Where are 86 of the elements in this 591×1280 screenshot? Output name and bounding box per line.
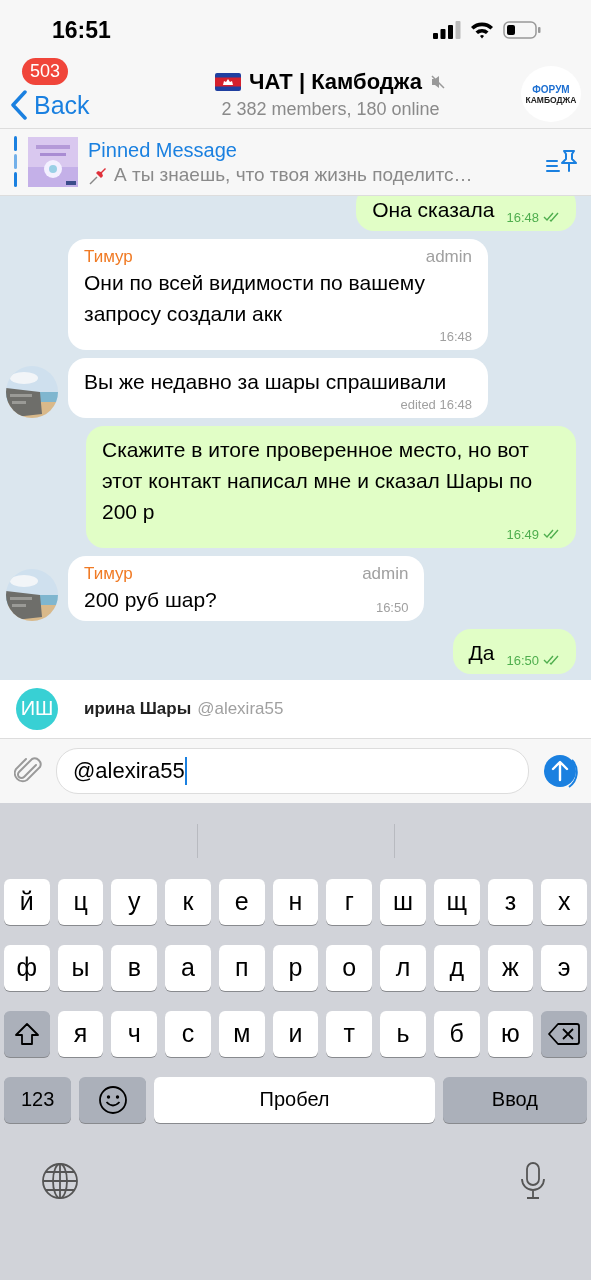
keyboard-key[interactable]: е (218, 878, 265, 925)
message-time: 16:48 (506, 209, 539, 225)
incoming-message[interactable]: Тимур admin 200 руб шар? 16:50 (68, 555, 425, 621)
message-text: Скажите в итоге проверенное место, но вот этот контакт написал мне и сказал Шары по 200 р (102, 436, 534, 525)
flag-icon (215, 72, 242, 91)
keyboard-key[interactable]: ю (487, 1010, 534, 1057)
message-text: Она сказала (372, 196, 495, 223)
user-handle: @alexira55 (197, 698, 284, 719)
message-time: 16:50 (375, 599, 409, 615)
pinned-title: Pinned Message (88, 138, 238, 162)
shift-key[interactable] (3, 1010, 50, 1057)
keyboard-key[interactable]: й (3, 878, 50, 925)
outgoing-message[interactable]: Она сказала 16:48 (356, 196, 576, 231)
keyboard-key[interactable]: и (272, 1010, 319, 1057)
keyboard-key[interactable]: ш (380, 878, 426, 925)
keyboard-key[interactable]: б (433, 1010, 480, 1057)
double-check-icon (543, 655, 560, 665)
keyboard-key[interactable]: я (57, 1010, 104, 1057)
keyboard-key[interactable]: ф (3, 944, 50, 991)
keyboard-key[interactable]: ч (111, 1010, 158, 1057)
message-text: 200 руб шар? (84, 586, 217, 613)
mention-suggestion[interactable]: ИШ ирина Шары @alexira55 (0, 679, 591, 739)
keyboard-key[interactable]: з (487, 878, 534, 925)
keyboard-key[interactable]: н (272, 878, 319, 925)
outgoing-message[interactable]: Да 16:50 (452, 628, 576, 674)
keyboard-key[interactable]: щ (433, 878, 480, 925)
keyboard-key[interactable]: р (272, 944, 319, 991)
keyboard-key[interactable]: д (433, 944, 480, 991)
keyboard-key[interactable]: л (380, 944, 426, 991)
message-time: 16:48 (439, 328, 472, 344)
role-label: admin (362, 563, 409, 584)
double-check-icon (543, 212, 560, 222)
pinned-list-icon[interactable] (545, 149, 577, 175)
message-time: 16:49 (506, 526, 539, 542)
battery-icon (503, 21, 541, 39)
chat-avatar[interactable]: ФОРУМ КАМБОДЖА (521, 66, 581, 122)
pinned-text: А ты знаешь, что твоя жизнь поделитс… (114, 163, 473, 186)
incoming-message[interactable]: Тимур admin Они по всей видимости по вашему запросу создали акк 16:48 (68, 238, 488, 350)
incoming-message[interactable]: Вы же недавно за шары спрашивали edited 16:48 (68, 357, 488, 418)
keyboard-key[interactable]: х (541, 878, 588, 925)
emoji-key[interactable] (79, 1076, 147, 1123)
keyboard-key[interactable]: п (218, 944, 265, 991)
sender-name: Тимур (84, 246, 133, 267)
keyboard-key[interactable]: о (326, 944, 373, 991)
user-avatar: ИШ (16, 687, 58, 730)
signal-icon (433, 21, 461, 39)
keyboard-key[interactable]: с (165, 1010, 211, 1057)
smiley-icon (97, 1084, 128, 1115)
status-time: 16:51 (52, 16, 111, 44)
user-name: ирина Шары (84, 698, 192, 719)
double-check-icon (543, 529, 560, 539)
role-label: admin (425, 246, 472, 267)
pin-indicator-icon (14, 136, 18, 188)
globe-icon[interactable] (40, 1160, 80, 1201)
keyboard-key[interactable]: в (111, 944, 158, 991)
keyboard-key[interactable]: ь (380, 1010, 426, 1057)
space-key[interactable]: Пробел (154, 1076, 435, 1123)
keyboard-key[interactable]: ц (57, 878, 104, 925)
chevron-left-icon (10, 90, 28, 120)
keyboard-key[interactable]: м (218, 1010, 265, 1057)
keyboard-key[interactable]: ы (57, 944, 104, 991)
message-input[interactable]: @alexira55 (56, 747, 529, 794)
backspace-key[interactable] (541, 1010, 588, 1057)
keyboard-key[interactable]: ж (487, 944, 534, 991)
keyboard-key[interactable]: а (165, 944, 211, 991)
member-count: 2 382 members, 180 online (221, 98, 440, 120)
message-time: 16:50 (506, 652, 539, 668)
chat-title: ЧАТ | Камбоджа (249, 68, 422, 95)
message-text: Да (468, 639, 495, 666)
wifi-icon (470, 21, 494, 39)
microphone-icon[interactable] (519, 1160, 547, 1201)
message-text: Вы же недавно за шары спрашивали (84, 368, 447, 395)
keyboard-key[interactable]: г (326, 878, 373, 925)
unread-badge: 503 (22, 58, 69, 85)
return-key[interactable]: Ввод (442, 1076, 587, 1123)
backspace-icon (548, 1022, 581, 1045)
keyboard-key[interactable]: э (541, 944, 588, 991)
keyboard-key[interactable]: т (326, 1010, 373, 1057)
shift-icon (13, 1021, 40, 1046)
keyboard-key[interactable]: к (165, 878, 211, 925)
message-text: Они по всей видимости по вашему запросу создали акк (84, 269, 426, 327)
outgoing-message[interactable]: Скажите в итоге проверенное место, но вот этот контакт написал мне и сказал Шары по 200 р 16:49 (86, 425, 576, 548)
keyboard-key[interactable]: у (111, 878, 158, 925)
numbers-key[interactable]: 123 (4, 1076, 72, 1123)
sender-name: Тимур (84, 563, 133, 584)
message-time: edited 16:48 (400, 396, 472, 412)
